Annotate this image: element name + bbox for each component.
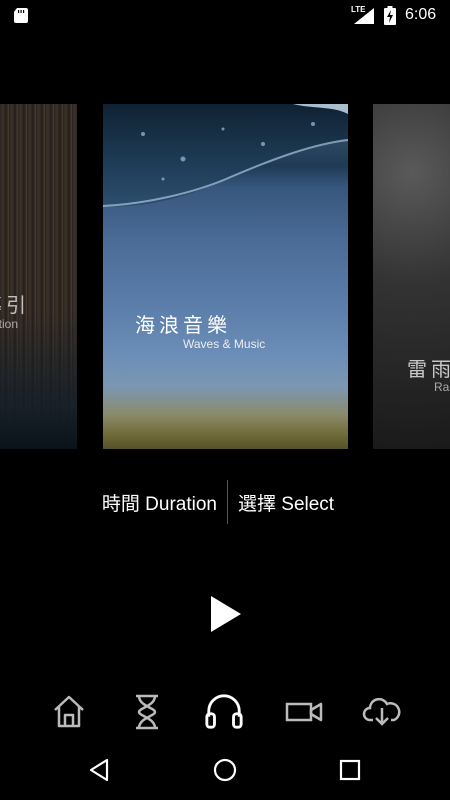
select-button[interactable]: 選擇 Select <box>238 489 334 516</box>
card-title: 雷雨 <box>407 357 450 381</box>
home-circle-icon[interactable] <box>211 756 239 784</box>
signal-icon <box>354 8 374 24</box>
wave-image <box>103 104 348 207</box>
clock: 6:06 <box>405 6 437 23</box>
card-thunderstorm[interactable]: 雷雨 Ra <box>373 104 450 449</box>
card-waves-music[interactable]: 海浪音樂 Waves & Music <box>103 104 348 449</box>
home-icon[interactable] <box>49 690 89 732</box>
duration-button[interactable]: 時間 Duration <box>102 489 217 516</box>
back-icon[interactable] <box>87 756 115 784</box>
sd-card-icon <box>14 8 28 23</box>
status-bar: LTE 6:06 <box>0 0 450 32</box>
card-title: 導引 <box>0 293 30 317</box>
card-subtitle: Waves & Music <box>183 337 266 351</box>
card-subtitle: ation <box>0 317 19 331</box>
option-row: 時間 Duration 選擇 Select <box>0 478 450 526</box>
play-button[interactable] <box>205 594 245 634</box>
recents-icon[interactable] <box>336 756 364 784</box>
card-meditation[interactable]: 導引 ation <box>0 104 77 449</box>
video-camera-icon[interactable] <box>284 690 324 732</box>
card-title: 海浪音樂 <box>135 313 231 337</box>
divider <box>227 480 228 524</box>
headphones-icon[interactable] <box>204 690 244 732</box>
card-subtitle: Ra <box>434 380 450 394</box>
hourglass-icon[interactable] <box>127 690 167 732</box>
battery-charging-icon <box>384 6 396 25</box>
cloud-download-icon[interactable] <box>362 690 402 732</box>
